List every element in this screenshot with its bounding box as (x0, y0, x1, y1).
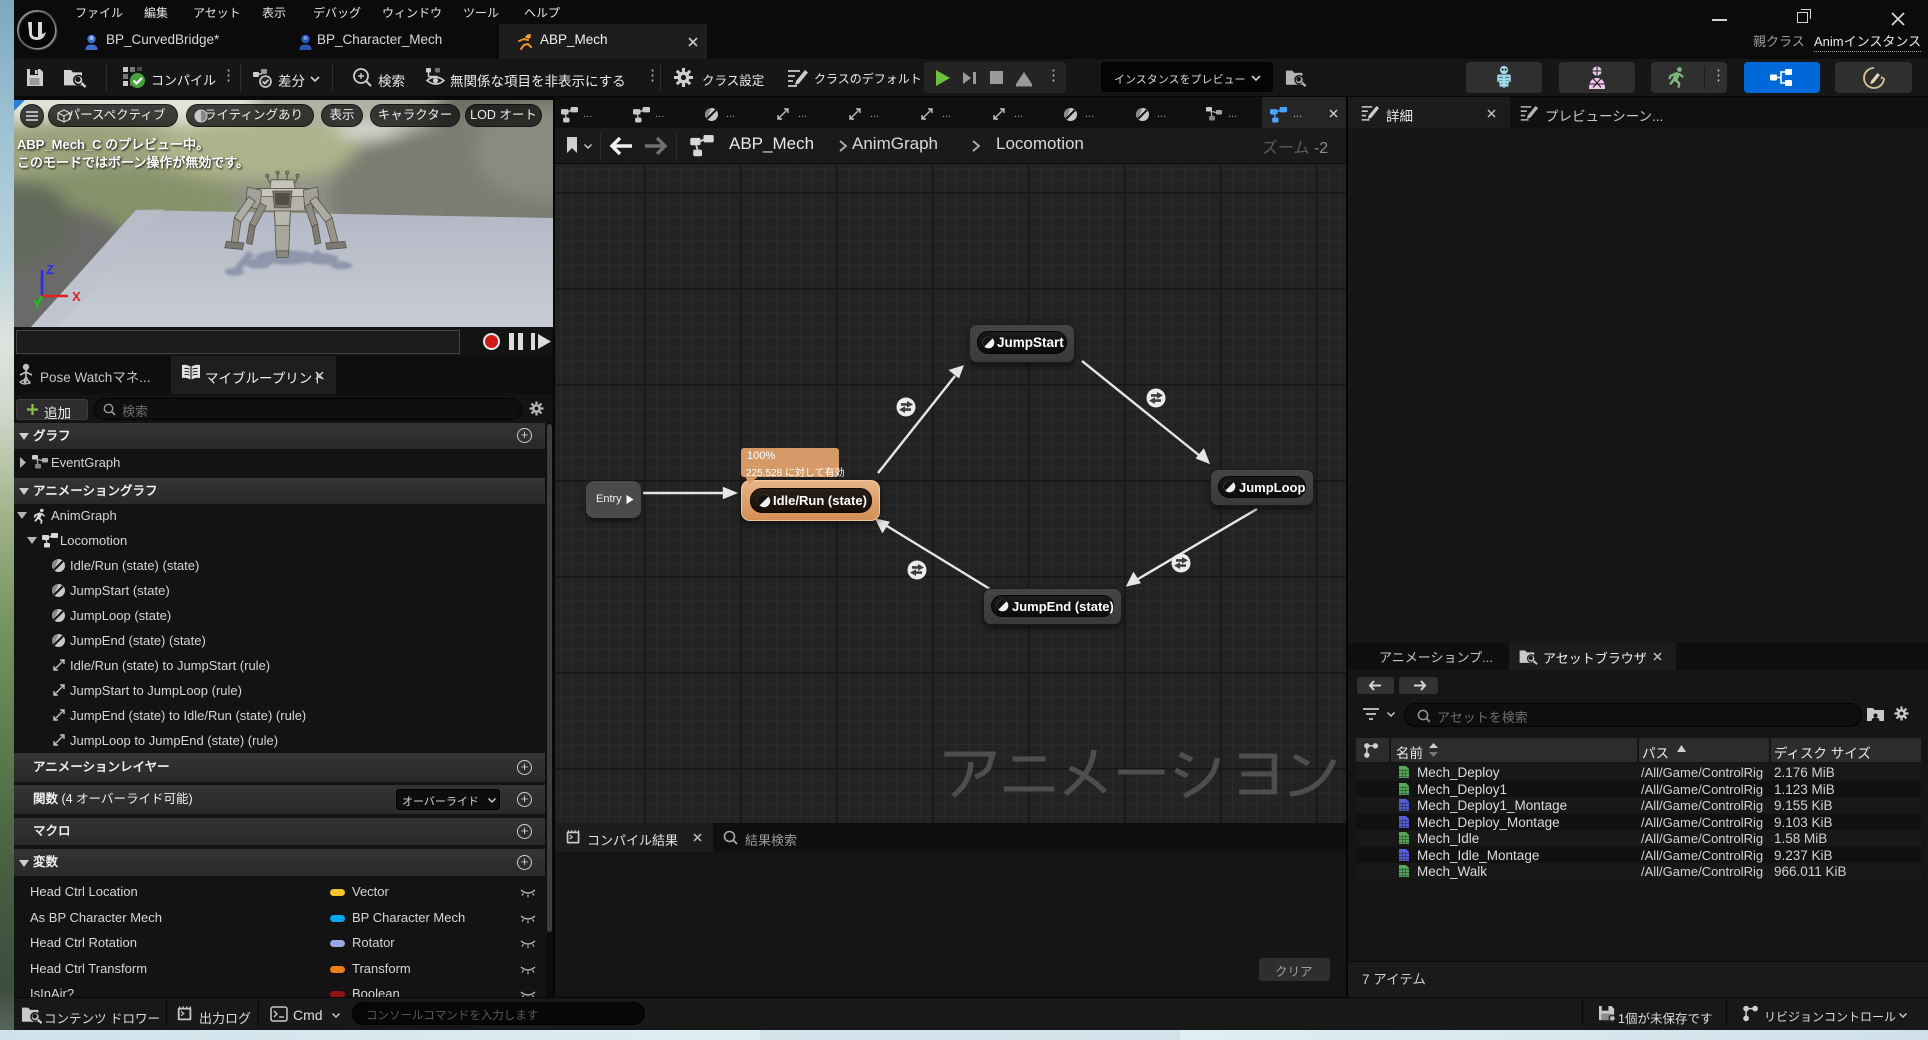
svg-text:X: X (72, 289, 81, 304)
svg-text:Z: Z (46, 262, 54, 277)
svg-text:Y: Y (33, 297, 42, 310)
